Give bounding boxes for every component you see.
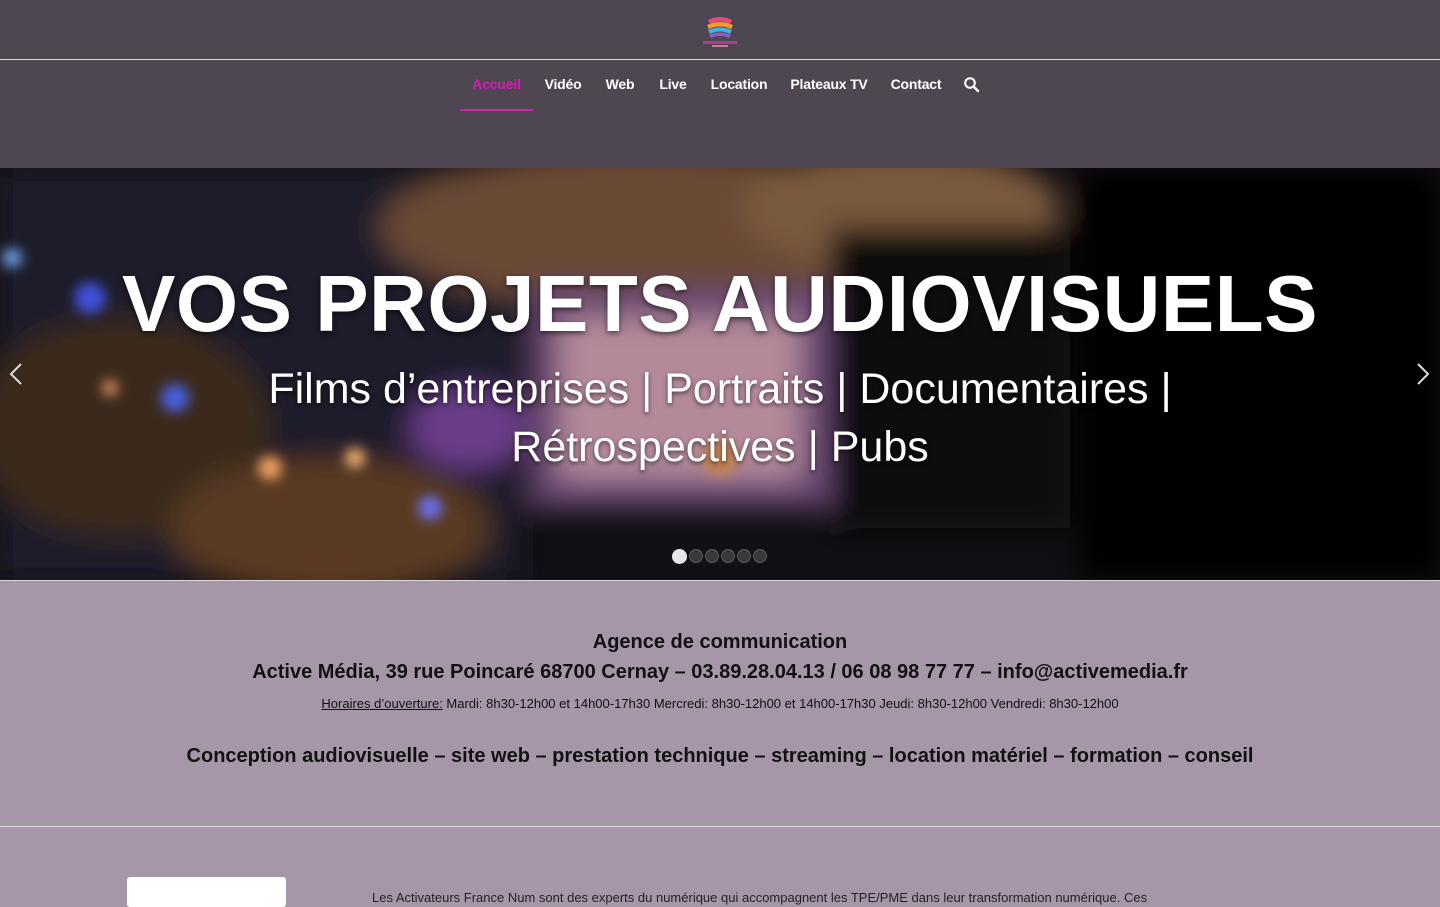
logo-bar	[0, 0, 1440, 60]
slider-dot-3[interactable]	[705, 549, 719, 563]
opening-hours: Horaires d’ouverture: Mardi: 8h30-12h00 …	[0, 696, 1440, 711]
slider-dot-1[interactable]	[672, 549, 687, 564]
nav-item-accueil[interactable]: Accueil	[460, 60, 533, 111]
hero-subtitle-line2: Rétrospectives | Pubs	[511, 423, 929, 471]
search-icon[interactable]	[963, 76, 981, 94]
nav-item-contact[interactable]: Contact	[886, 60, 946, 110]
hero-subtitle-line1: Films d’entreprises | Portraits | Docume…	[268, 365, 1172, 413]
agency-heading: Agence de communication	[592, 631, 848, 653]
nav-item-web[interactable]: Web	[600, 60, 640, 110]
opening-hours-text: Mardi: 8h30-12h00 et 14h00-17h30 Mercred…	[442, 696, 1119, 711]
chevron-left-icon[interactable]	[0, 356, 34, 392]
nav-item-plateaux-tv[interactable]: Plateaux TV	[785, 60, 873, 110]
hero-title: VOS PROJETS AUDIOVISUELS	[122, 259, 1318, 348]
nav-item-live[interactable]: Live	[654, 60, 692, 110]
slider-dot-6[interactable]	[753, 549, 767, 563]
divider	[0, 826, 1440, 827]
france-num-text: Les Activateurs France Num sont des expe…	[372, 890, 1148, 905]
chevron-right-icon[interactable]	[1406, 356, 1440, 392]
hero-subtitle: Films d’entreprises | Portraits | Docume…	[180, 360, 1260, 476]
slider-dot-4[interactable]	[721, 549, 735, 563]
nav-item-location[interactable]: Location	[706, 60, 772, 110]
services-line: Conception audiovisuelle – site web – pr…	[186, 745, 1254, 767]
partner-logo-card	[127, 877, 286, 907]
site-logo[interactable]	[700, 12, 740, 50]
info-section: Agence de communication Active Média, 39…	[0, 581, 1440, 826]
hero-slider: VOS PROJETS AUDIOVISUELS Films d’entrepr…	[0, 168, 1440, 580]
site-header: Accueil Vidéo Web Live Location Plateaux…	[0, 0, 1440, 168]
main-nav: Accueil Vidéo Web Live Location Plateaux…	[0, 60, 1440, 111]
opening-hours-label: Horaires d’ouverture:	[321, 696, 443, 711]
slider-dot-2[interactable]	[689, 549, 703, 563]
nav-item-video[interactable]: Vidéo	[538, 60, 588, 110]
agency-address: Active Média, 39 rue Poincaré 68700 Cern…	[252, 661, 1188, 683]
slider-dot-5[interactable]	[737, 549, 751, 563]
